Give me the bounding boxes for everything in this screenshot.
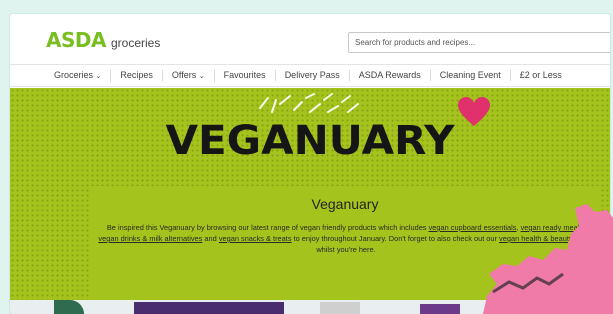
logo-brand: ASDA bbox=[46, 28, 106, 52]
asda-logo[interactable]: ASDA groceries bbox=[46, 28, 160, 52]
nav-item-delivery-pass[interactable]: Delivery Pass bbox=[276, 70, 350, 81]
nav-item-label: £2 or Less bbox=[519, 70, 562, 80]
nav-item-cleaning-event[interactable]: Cleaning Event bbox=[431, 70, 511, 81]
nav-item-offers[interactable]: Offers ⌄ bbox=[163, 69, 215, 82]
site-header: ASDA groceries Search for products and r… bbox=[10, 14, 610, 64]
nav-item-label: Offers bbox=[171, 69, 197, 80]
nav-item-groceries[interactable]: Groceries ⌄ bbox=[45, 69, 112, 82]
chevron-down-icon: ⌄ bbox=[198, 72, 205, 80]
banner-title: VEGANUARY bbox=[165, 118, 455, 164]
link-drinks-milk[interactable]: vegan drinks & milk alternatives bbox=[98, 234, 202, 243]
nav-item-label: Delivery Pass bbox=[284, 70, 340, 80]
desc-text: and bbox=[202, 234, 219, 243]
nav-item-2-or-less[interactable]: £2 or Less bbox=[511, 70, 571, 81]
nav-item-recipes[interactable]: Recipes bbox=[111, 70, 163, 81]
logo-subtitle: groceries bbox=[110, 36, 161, 50]
link-snacks-treats[interactable]: vegan snacks & treats bbox=[219, 234, 292, 243]
nav-item-favourites[interactable]: Favourites bbox=[215, 70, 276, 81]
sprinkle-decoration-icon bbox=[259, 93, 359, 113]
chevron-down-icon: ⌄ bbox=[95, 72, 102, 80]
product-image[interactable] bbox=[320, 302, 360, 314]
desc-text: to enjoy throughout January. Don't forge… bbox=[291, 234, 500, 243]
search-input[interactable]: Search for products and recipes... bbox=[348, 32, 610, 53]
product-image[interactable] bbox=[134, 302, 284, 314]
nav-item-label: Recipes bbox=[120, 70, 153, 80]
pink-paint-decoration-icon bbox=[483, 204, 613, 314]
main-nav: Groceries ⌄ Recipes Offers ⌄ Favourites … bbox=[10, 64, 610, 87]
product-image[interactable] bbox=[420, 304, 460, 314]
nav-item-label: Cleaning Event bbox=[439, 70, 501, 80]
nav-item-asda-rewards[interactable]: ASDA Rewards bbox=[350, 70, 431, 81]
nav-item-label: Groceries bbox=[54, 69, 94, 80]
nav-item-label: ASDA Rewards bbox=[358, 70, 421, 80]
nav-item-label: Favourites bbox=[223, 70, 266, 80]
desc-text: Be inspired this Veganuary by browsing o… bbox=[106, 223, 429, 232]
